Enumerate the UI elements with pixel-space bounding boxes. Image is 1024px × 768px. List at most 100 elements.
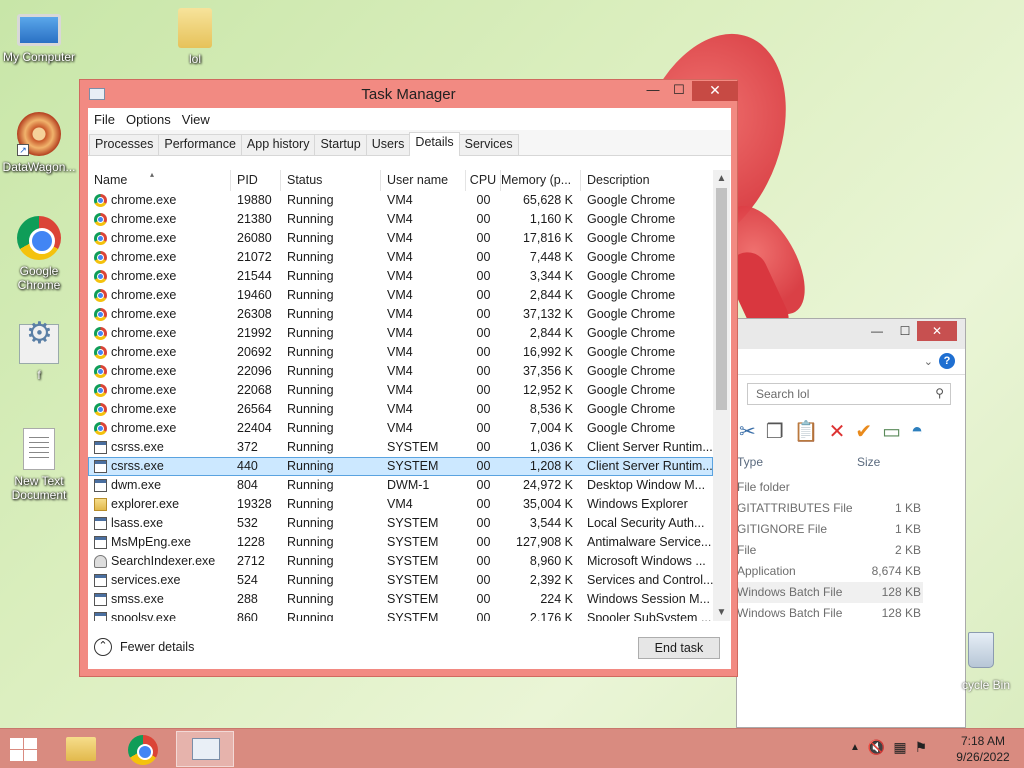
column-header-description[interactable]: Description — [581, 170, 713, 191]
close-button[interactable]: ✕ — [692, 81, 738, 101]
table-row[interactable]: chrome.exe 22404 Running VM4 00 7,004 K Google… — [88, 419, 713, 438]
task-manager-titlebar[interactable]: Task Manager — ☐ ✕ — [80, 80, 738, 108]
desktop-icon-my-computer[interactable]: My Computer — [1, 8, 77, 64]
table-row[interactable]: dwm.exe 804 Running DWM-1 00 24,972 K Desktop … — [88, 476, 713, 495]
desktop-icon-new-text-document[interactable]: New Text Document — [1, 428, 77, 502]
fewer-details-button[interactable]: ⌃ Fewer details — [94, 638, 194, 656]
window-process-icon — [94, 593, 107, 606]
table-row[interactable]: chrome.exe 19460 Running VM4 00 2,844 K Google… — [88, 286, 713, 305]
cut-icon[interactable]: ✂ — [739, 419, 756, 444]
table-row[interactable]: chrome.exe 22068 Running VM4 00 12,952 K Googl… — [88, 381, 713, 400]
network-icon[interactable]: ▦ — [893, 739, 906, 756]
start-button[interactable] — [8, 737, 38, 761]
desktop-icon-datawagon[interactable]: ↗ DataWagon... — [1, 112, 77, 174]
table-row[interactable]: chrome.exe 21544 Running VM4 00 3,344 K Google… — [88, 267, 713, 286]
end-task-button[interactable]: End task — [638, 637, 720, 659]
process-user: VM4 — [387, 250, 413, 264]
maximize-icon[interactable]: ☐ — [891, 321, 919, 341]
column-size[interactable]: Size — [857, 455, 921, 469]
list-item[interactable]: File folder — [737, 477, 965, 498]
table-row[interactable]: services.exe 524 Running SYSTEM 00 2,392 K Ser… — [88, 571, 713, 590]
menu-options[interactable]: Options — [126, 112, 178, 127]
column-header-pid[interactable]: PID — [231, 170, 281, 191]
tab-services[interactable]: Services — [458, 134, 519, 155]
desktop-icon-f[interactable]: f — [1, 324, 77, 382]
column-header-name[interactable]: ▴ Name — [88, 170, 231, 191]
desktop-icon-recycle-bin[interactable]: cycle Bin — [962, 632, 1024, 692]
taskbar-task-manager[interactable] — [176, 731, 234, 767]
scroll-up-icon[interactable]: ▲ — [713, 170, 730, 187]
table-row[interactable]: smss.exe 288 Running SYSTEM 00 224 K Windows S… — [88, 590, 713, 609]
table-row[interactable]: csrss.exe 440 Running SYSTEM 00 1,208 K Client… — [88, 457, 713, 476]
task-manager-window[interactable]: Task Manager — ☐ ✕ File Options View Pro… — [79, 79, 738, 677]
process-description: Google Chrome — [587, 193, 676, 207]
column-type[interactable]: Type — [737, 455, 857, 469]
table-row[interactable]: chrome.exe 21380 Running VM4 00 1,160 K Google… — [88, 210, 713, 229]
tab-startup[interactable]: Startup — [314, 134, 367, 155]
process-cpu: 00 — [476, 326, 491, 340]
help-icon[interactable]: ? — [939, 353, 955, 369]
table-row[interactable]: chrome.exe 21992 Running VM4 00 2,844 K Google… — [88, 324, 713, 343]
table-row[interactable]: chrome.exe 19880 Running VM4 00 65,628 K Googl… — [88, 191, 713, 210]
close-icon[interactable]: ✕ — [917, 321, 957, 341]
menu-view[interactable]: View — [182, 112, 217, 127]
scroll-down-icon[interactable]: ▼ — [713, 604, 730, 621]
column-header-memory[interactable]: Memory (p... — [501, 170, 581, 191]
scrollbar-thumb[interactable] — [716, 188, 727, 410]
clock[interactable]: 7:18 AM 9/26/2022 — [948, 733, 1018, 765]
taskbar-google-chrome[interactable] — [114, 731, 172, 767]
explorer-titlebar[interactable]: — ☐ ✕ — [737, 319, 965, 349]
table-row[interactable]: spoolsv.exe 860 Running SYSTEM 00 2,176 K Spoo… — [88, 609, 713, 621]
show-hidden-icons-icon[interactable]: ▲ — [850, 742, 860, 756]
table-row[interactable]: explorer.exe 19328 Running VM4 00 35,004 K Win… — [88, 495, 713, 514]
column-header-status[interactable]: Status — [281, 170, 381, 191]
chevron-down-icon[interactable]: ⌄ — [924, 355, 933, 368]
list-item[interactable]: Application 8,674 KB — [737, 561, 965, 582]
list-item[interactable]: Windows Batch File 128 KB — [737, 582, 923, 603]
delete-icon[interactable]: ✕ — [829, 419, 846, 444]
table-row[interactable]: SearchIndexer.exe 2712 Running SYSTEM 00 8,96… — [88, 552, 713, 571]
list-item[interactable]: Windows Batch File 128 KB — [737, 603, 965, 624]
explorer-window[interactable]: — ☐ ✕ ⌄ ? Search lol ⚲ ✂ ❐ 📋 ✕ ✔ ▭ ◓ Typ… — [736, 318, 966, 728]
list-item[interactable]: GITIGNORE File 1 KB — [737, 519, 965, 540]
table-row[interactable]: chrome.exe 22096 Running VM4 00 37,356 K Googl… — [88, 362, 713, 381]
table-row[interactable]: chrome.exe 26080 Running VM4 00 17,816 K Googl… — [88, 229, 713, 248]
tab-processes[interactable]: Processes — [89, 134, 160, 155]
table-row[interactable]: chrome.exe 26308 Running VM4 00 37,132 K Googl… — [88, 305, 713, 324]
column-header-user-name[interactable]: User name — [381, 170, 466, 191]
explorer-search-input[interactable]: Search lol ⚲ — [747, 383, 951, 405]
chrome-process-icon — [94, 346, 107, 359]
column-header-cpu[interactable]: CPU — [466, 170, 501, 191]
tab-app-history[interactable]: App history — [240, 134, 316, 155]
table-row[interactable]: chrome.exe 26564 Running VM4 00 8,536 K Google… — [88, 400, 713, 419]
table-row[interactable]: lsass.exe 532 Running SYSTEM 00 3,544 K Local … — [88, 514, 713, 533]
rename-icon[interactable]: ▭ — [882, 419, 901, 444]
list-item[interactable]: GITATTRIBUTES File 1 KB — [737, 498, 965, 519]
process-name: MsMpEng.exe — [88, 533, 231, 552]
tab-details[interactable]: Details — [409, 132, 460, 156]
table-row[interactable]: MsMpEng.exe 1228 Running SYSTEM 00 127,908 K A… — [88, 533, 713, 552]
list-item[interactable]: File 2 KB — [737, 540, 965, 561]
paste-icon[interactable]: 📋 — [794, 419, 819, 444]
desktop-icon-lol[interactable]: lol — [157, 8, 233, 66]
table-row[interactable]: csrss.exe 372 Running SYSTEM 00 1,036 K Client… — [88, 438, 713, 457]
tab-users[interactable]: Users — [365, 134, 411, 155]
checkmark-icon[interactable]: ✔ — [855, 419, 872, 444]
minimize-button[interactable]: — — [640, 81, 666, 101]
process-description: Windows Explorer — [587, 497, 688, 511]
maximize-button[interactable]: ☐ — [666, 81, 692, 101]
process-pid: 524 — [237, 573, 258, 587]
table-row[interactable]: chrome.exe 21072 Running VM4 00 7,448 K Google… — [88, 248, 713, 267]
vertical-scrollbar[interactable]: ▲ ▼ — [713, 170, 730, 621]
table-row[interactable]: chrome.exe 20692 Running VM4 00 16,992 K Googl… — [88, 343, 713, 362]
copy-icon[interactable]: ❐ — [766, 419, 784, 444]
desktop-icon-google-chrome[interactable]: Google Chrome — [1, 216, 77, 292]
process-name: chrome.exe — [88, 286, 231, 305]
action-center-flag-icon[interactable]: ⚑ — [915, 739, 928, 756]
menu-file[interactable]: File — [94, 112, 122, 127]
shell-icon[interactable]: ◓ — [911, 420, 923, 443]
taskbar-file-explorer[interactable] — [52, 731, 110, 767]
volume-muted-icon[interactable]: 🔇 — [868, 739, 885, 756]
minimize-icon[interactable]: — — [863, 321, 891, 341]
tab-performance[interactable]: Performance — [158, 134, 242, 155]
